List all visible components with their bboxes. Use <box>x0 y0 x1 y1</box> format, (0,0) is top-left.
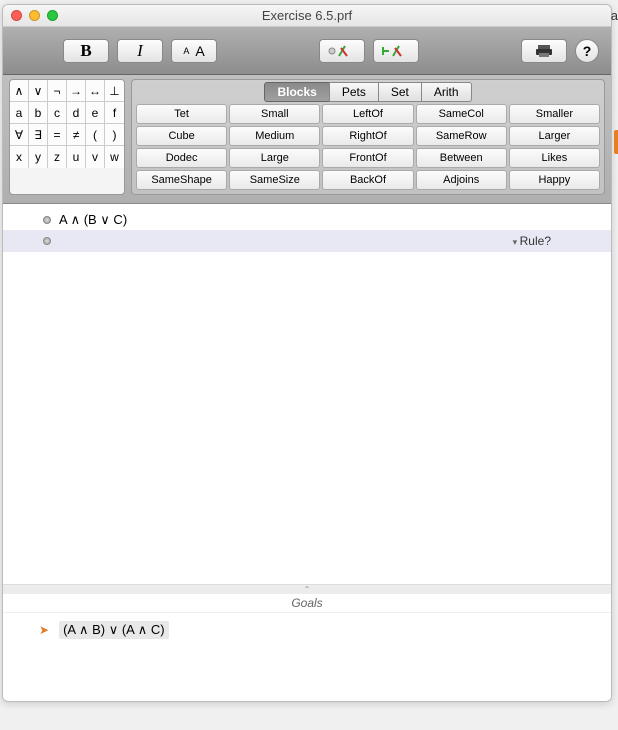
predicate-panel: BlocksPetsSetArith TetSmallLeftOfSameCol… <box>131 79 605 195</box>
predicate-grid: TetSmallLeftOfSameColSmaller CubeMediumRi… <box>136 104 600 190</box>
verify-proof-button[interactable] <box>373 39 419 63</box>
goal-arrow-icon: ➤ <box>39 623 49 637</box>
predicate-button[interactable]: SameSize <box>229 170 320 190</box>
predicate-button[interactable]: Happy <box>509 170 600 190</box>
symbol-button[interactable]: ) <box>105 124 124 146</box>
symbol-button[interactable]: ∃ <box>29 124 48 146</box>
verify-step-button[interactable] <box>319 39 365 63</box>
pane-divider[interactable]: ⌃ <box>3 584 611 594</box>
proof-area[interactable]: A ∧ (B ∨ C) Rule? <box>3 204 611 584</box>
font-large-icon: A <box>195 43 204 59</box>
predicate-button[interactable]: BackOf <box>322 170 413 190</box>
symbol-button[interactable]: ⊥ <box>105 80 124 102</box>
predicate-button[interactable]: SameRow <box>416 126 507 146</box>
symbol-button[interactable]: w <box>105 146 124 168</box>
predicate-button[interactable]: Small <box>229 104 320 124</box>
predicate-button[interactable]: LeftOf <box>322 104 413 124</box>
symbol-grid: ∧∨¬→↔⊥ abcdef ∀∃=≠() xyzuvw <box>9 79 125 195</box>
rule-dropdown[interactable]: Rule? <box>513 234 551 248</box>
symbol-button[interactable]: ∀ <box>10 124 29 146</box>
symbol-button[interactable]: b <box>29 102 48 124</box>
symbol-button[interactable]: v <box>86 146 105 168</box>
tab-blocks[interactable]: Blocks <box>264 82 329 102</box>
symbol-button[interactable]: ( <box>86 124 105 146</box>
symbol-button[interactable]: ∨ <box>29 80 48 102</box>
palette-area: ∧∨¬→↔⊥ abcdef ∀∃=≠() xyzuvw BlocksPetsSetAr… <box>3 75 611 204</box>
predicate-button[interactable]: FrontOf <box>322 148 413 168</box>
titlebar: Exercise 6.5.prf <box>3 5 611 27</box>
symbol-button[interactable]: a <box>10 102 29 124</box>
predicate-tabs: BlocksPetsSetArith <box>136 82 600 102</box>
symbol-button[interactable]: ≠ <box>67 124 86 146</box>
symbol-button[interactable]: ↔ <box>86 80 105 102</box>
symbol-button[interactable]: e <box>86 102 105 124</box>
tab-pets[interactable]: Pets <box>329 82 379 102</box>
symbol-button[interactable]: d <box>67 102 86 124</box>
external-orange-edge <box>614 130 618 154</box>
predicate-button[interactable]: Likes <box>509 148 600 168</box>
predicate-button[interactable]: Cube <box>136 126 227 146</box>
font-small-icon: A <box>183 46 189 56</box>
predicate-button[interactable]: Tet <box>136 104 227 124</box>
symbol-button[interactable]: x <box>10 146 29 168</box>
step-bullet-icon <box>43 237 51 245</box>
question-icon: ? <box>583 43 592 59</box>
predicate-button[interactable]: Large <box>229 148 320 168</box>
help-button[interactable]: ? <box>575 39 599 63</box>
symbol-button[interactable]: ∧ <box>10 80 29 102</box>
printer-icon <box>534 44 554 58</box>
predicate-button[interactable]: Medium <box>229 126 320 146</box>
predicate-button[interactable]: Adjoins <box>416 170 507 190</box>
window-title: Exercise 6.5.prf <box>3 8 611 23</box>
toolbar: B I A A ? <box>3 27 611 75</box>
symbol-button[interactable]: = <box>48 124 67 146</box>
predicate-button[interactable]: SameShape <box>136 170 227 190</box>
predicate-button[interactable]: SameCol <box>416 104 507 124</box>
goals-header: Goals <box>3 594 611 613</box>
predicate-button[interactable]: Between <box>416 148 507 168</box>
symbol-button[interactable]: z <box>48 146 67 168</box>
proof-formula: A ∧ (B ∨ C) <box>59 212 127 228</box>
symbol-button[interactable]: → <box>67 80 86 102</box>
goal-formula: (A ∧ B) ∨ (A ∧ C) <box>59 621 169 639</box>
symbol-button[interactable]: ¬ <box>48 80 67 102</box>
italic-button[interactable]: I <box>117 39 163 63</box>
symbol-button[interactable]: u <box>67 146 86 168</box>
step-bullet-icon <box>43 216 51 224</box>
predicate-button[interactable]: Smaller <box>509 104 600 124</box>
symbol-button[interactable]: y <box>29 146 48 168</box>
predicate-button[interactable]: Dodec <box>136 148 227 168</box>
proof-line[interactable]: A ∧ (B ∨ C) <box>3 210 611 230</box>
tab-set[interactable]: Set <box>378 82 422 102</box>
predicate-button[interactable]: RightOf <box>322 126 413 146</box>
app-window: Exercise 6.5.prf B I A A ? ∧∨¬→↔⊥ abcdef ∀… <box>2 4 612 702</box>
symbol-button[interactable]: c <box>48 102 67 124</box>
proof-line-empty[interactable]: Rule? <box>3 230 611 252</box>
bold-button[interactable]: B <box>63 39 109 63</box>
print-button[interactable] <box>521 39 567 63</box>
tab-arith[interactable]: Arith <box>421 82 472 102</box>
goal-line[interactable]: ➤ (A ∧ B) ∨ (A ∧ C) <box>3 619 611 641</box>
font-size-button[interactable]: A A <box>171 39 217 63</box>
goals-area: ➤ (A ∧ B) ∨ (A ∧ C) <box>3 613 611 701</box>
symbol-button[interactable]: f <box>105 102 124 124</box>
predicate-button[interactable]: Larger <box>509 126 600 146</box>
